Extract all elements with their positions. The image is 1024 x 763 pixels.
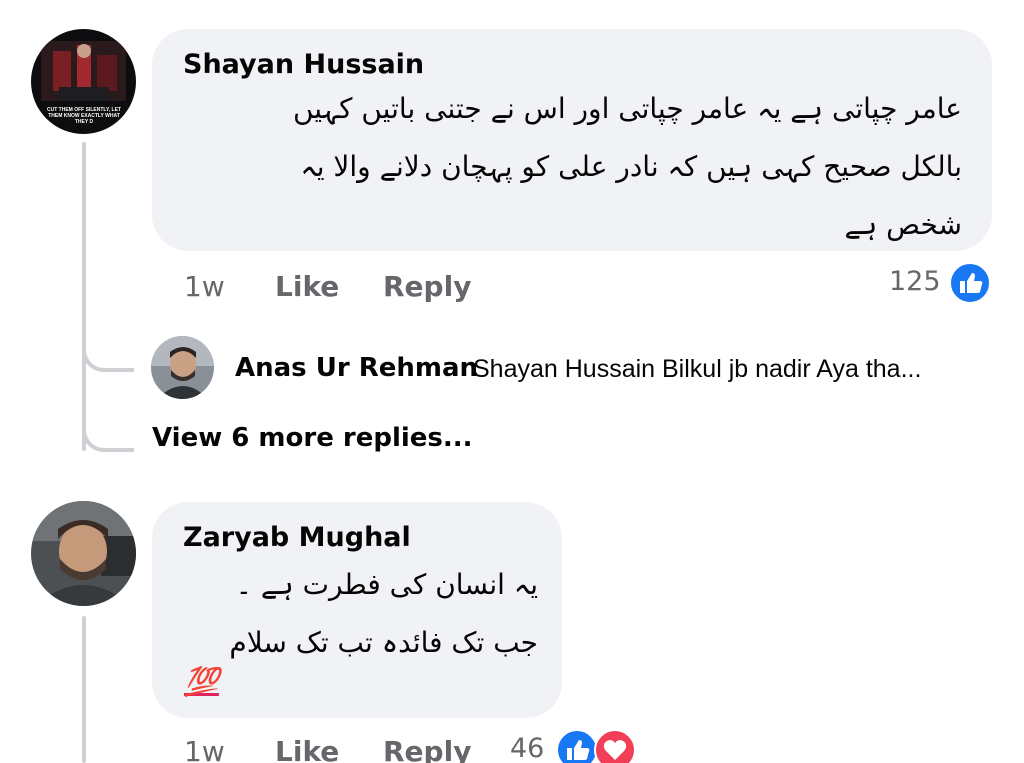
comment-text-line: بالکل صحیح کہی ہیں کہ نادر علی کو پہچان …: [300, 150, 962, 183]
thread-line-1-branch: [82, 330, 134, 372]
like-icon[interactable]: [949, 262, 991, 304]
hundred-points-emoji: 💯: [184, 665, 219, 698]
reaction-count[interactable]: 46: [510, 733, 544, 763]
like-icon[interactable]: [556, 729, 598, 763]
comment-timestamp[interactable]: 1w: [184, 270, 225, 303]
comment-text-line: جب تک فائدہ تب تک سلام: [229, 626, 538, 659]
comment-timestamp[interactable]: 1w: [184, 735, 225, 763]
comment-text-line: شخص ہے: [844, 208, 962, 241]
reaction-count[interactable]: 125: [889, 266, 941, 297]
reply-snippet[interactable]: Shayan Hussain Bilkul jb nadir Aya tha..…: [473, 355, 921, 384]
reply-button[interactable]: Reply: [383, 270, 471, 303]
reply-author[interactable]: Anas Ur Rehman: [235, 353, 478, 383]
thread-line-1-vertical: [82, 142, 86, 451]
thread-line-2-vertical: [82, 616, 86, 763]
comment-author[interactable]: Zaryab Mughal: [183, 522, 411, 553]
view-more-replies-link[interactable]: View 6 more replies...: [152, 423, 473, 453]
love-icon[interactable]: [594, 729, 636, 763]
comment-text: عامر چپاتی ہے یہ عامر چپاتی اور اس نے جت…: [202, 80, 962, 254]
avatar[interactable]: [31, 501, 136, 606]
comment-text-line: یہ انسان کی فطرت ہے ۔: [235, 568, 538, 601]
comment-text: یہ انسان کی فطرت ہے ۔ جب تک فائدہ تب تک …: [178, 556, 538, 672]
like-button[interactable]: Like: [275, 735, 339, 763]
comment-text-line: عامر چپاتی ہے یہ عامر چپاتی اور اس نے جت…: [292, 92, 962, 125]
reply-avatar[interactable]: [151, 336, 214, 399]
comment-author[interactable]: Shayan Hussain: [183, 49, 424, 80]
avatar[interactable]: CUT THEM OFF SILENTLY, LET THEM KNOW EXA…: [31, 29, 136, 134]
like-button[interactable]: Like: [275, 270, 339, 303]
thread-line-1-end: [82, 410, 134, 452]
avatar-caption: CUT THEM OFF SILENTLY, LET THEM KNOW EXA…: [47, 107, 121, 125]
reply-button[interactable]: Reply: [383, 735, 471, 763]
